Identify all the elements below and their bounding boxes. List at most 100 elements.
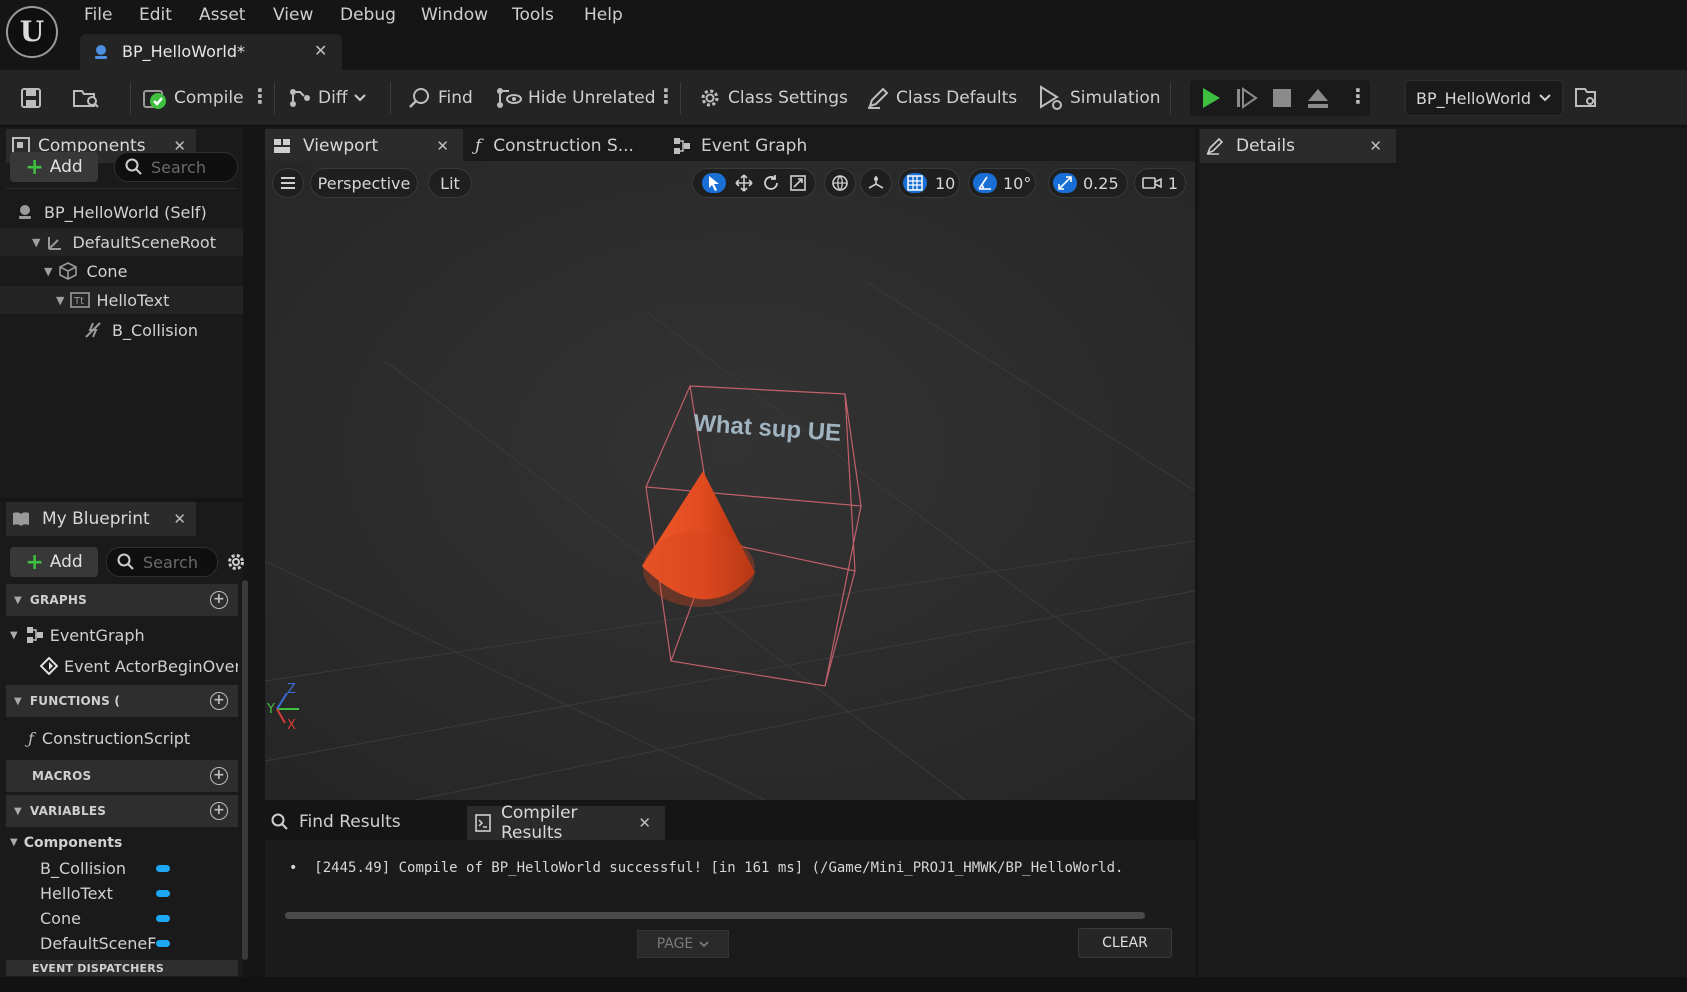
menu-debug[interactable]: Debug (340, 4, 396, 26)
close-tab-icon[interactable]: ✕ (638, 814, 651, 832)
search-placeholder: Search (143, 552, 198, 572)
event-graph-item[interactable]: ▼ EventGraph (0, 619, 238, 651)
graphs-header-label: GRAPHS (29, 593, 87, 607)
close-tab-icon[interactable]: ✕ (436, 137, 449, 155)
variable-item[interactable]: B_Collision (0, 856, 238, 881)
lit-button[interactable]: Lit (428, 168, 472, 198)
expand-arrow-icon[interactable]: ▼ (14, 806, 22, 817)
horizontal-scrollbar[interactable] (285, 912, 1145, 919)
simulation-button[interactable]: Simulation (1038, 70, 1161, 126)
stop-icon[interactable] (1272, 88, 1292, 108)
debug-object-dropdown[interactable]: BP_HelloWorld (1405, 80, 1563, 116)
menu-file[interactable]: File (84, 4, 112, 26)
variable-item[interactable]: HelloText (0, 881, 238, 906)
blueprint-document-tab[interactable]: BP_HelloWorld* ✕ (80, 34, 342, 70)
close-panel-icon[interactable]: ✕ (1369, 137, 1382, 155)
close-panel-icon[interactable]: ✕ (173, 510, 186, 528)
step-icon[interactable] (1236, 87, 1258, 109)
rotate-tool-icon[interactable] (762, 174, 780, 192)
rotation-snap-control[interactable]: 10° (968, 168, 1036, 198)
tree-item-cone[interactable]: ▼ Cone (0, 257, 243, 285)
components-variable-group[interactable]: ▼ Components (0, 830, 238, 855)
macros-category[interactable]: MACROS + (6, 760, 238, 792)
menu-view[interactable]: View (273, 4, 313, 26)
variable-item[interactable]: Cone (0, 906, 238, 931)
compile-options-icon[interactable]: ⋮ (250, 84, 270, 108)
add-function-icon[interactable]: + (210, 692, 228, 710)
hide-unrelated-button[interactable]: Hide Unrelated (496, 70, 656, 126)
add-graph-icon[interactable]: + (210, 591, 228, 609)
event-dispatchers-category[interactable]: EVENT DISPATCHERS (6, 960, 238, 976)
gear-icon[interactable] (226, 552, 246, 572)
save-button[interactable] (20, 70, 42, 126)
tab-find-results[interactable]: Find Results (271, 810, 401, 834)
my-blueprint-search-input[interactable]: Search (106, 547, 218, 577)
expand-arrow-icon[interactable]: ▼ (32, 236, 40, 249)
functions-category[interactable]: ▼ FUNCTIONS ( + (6, 685, 238, 717)
variable-item[interactable]: DefaultSceneF (0, 931, 238, 956)
camera-speed-control[interactable]: 1 (1134, 168, 1186, 198)
tab-construction-script[interactable]: ƒ Construction S... (475, 134, 634, 158)
world-local-toggle[interactable] (824, 168, 856, 198)
expand-arrow-icon[interactable]: ▼ (44, 265, 52, 278)
my-blueprint-tab[interactable]: My Blueprint ✕ (6, 502, 196, 536)
details-tab[interactable]: Details ✕ (1200, 129, 1396, 163)
eject-icon[interactable] (1306, 87, 1330, 109)
log-text: [2445.49] Compile of BP_HelloWorld succe… (314, 860, 1124, 876)
grid-snap-control[interactable]: 10 (898, 168, 960, 198)
compile-button[interactable]: Compile (142, 70, 244, 126)
expand-arrow-icon[interactable]: ▼ (56, 294, 64, 307)
macros-header-label: MACROS (32, 769, 92, 783)
axis-z-label: Z (287, 682, 296, 697)
translate-tool-icon[interactable] (734, 174, 753, 192)
clear-button[interactable]: CLEAR (1078, 928, 1172, 958)
browse-asset-button[interactable] (72, 70, 100, 126)
class-defaults-button[interactable]: Class Defaults (866, 70, 1017, 126)
expand-arrow-icon[interactable]: ▼ (10, 837, 18, 848)
close-tab-icon[interactable]: ✕ (314, 41, 327, 60)
unreal-logo-icon[interactable]: U (6, 6, 58, 58)
add-component-button[interactable]: + Add (10, 152, 98, 182)
play-icon[interactable] (1200, 87, 1222, 109)
expand-arrow-icon[interactable]: ▼ (14, 595, 22, 606)
browse-debug-icon[interactable] (1574, 86, 1598, 110)
tree-item-hellotext[interactable]: ▼ Tt HelloText (0, 286, 243, 314)
graphs-category[interactable]: ▼ GRAPHS + (6, 584, 238, 616)
viewport-3d[interactable]: What sup UE Y Z X (265, 161, 1195, 800)
tab-compiler-results[interactable]: Compiler Results ✕ (467, 803, 665, 843)
components-search-input[interactable]: Search (114, 152, 238, 182)
event-item[interactable]: Event ActorBeginOver (0, 650, 238, 682)
tab-viewport[interactable]: Viewport ✕ (265, 129, 463, 163)
find-button[interactable]: Find (408, 70, 473, 126)
tree-item-label: HelloText (96, 290, 170, 310)
add-member-button[interactable]: + Add (10, 547, 98, 577)
add-variable-icon[interactable]: + (210, 802, 228, 820)
construction-script-item[interactable]: ƒ ConstructionScript (0, 722, 238, 754)
expand-arrow-icon[interactable]: ▼ (10, 630, 18, 641)
class-settings-button[interactable]: Class Settings (698, 70, 848, 126)
menu-asset[interactable]: Asset (199, 4, 245, 26)
variables-category[interactable]: ▼ VARIABLES + (6, 795, 238, 827)
menu-help[interactable]: Help (584, 4, 623, 26)
surface-snap-toggle[interactable] (860, 168, 892, 198)
tree-item-self[interactable]: BP_HelloWorld (Self) (0, 198, 243, 226)
diff-button[interactable]: Diff (288, 70, 366, 126)
scale-snap-control[interactable]: 0.25 (1048, 168, 1128, 198)
scrollbar[interactable] (242, 580, 248, 960)
viewport-options-button[interactable] (272, 168, 304, 198)
more-options-icon[interactable]: ⋮ (656, 84, 676, 108)
scale-tool-icon[interactable] (789, 174, 807, 192)
page-dropdown[interactable]: PAGE (637, 930, 729, 958)
menu-tools[interactable]: Tools (512, 4, 554, 26)
perspective-button[interactable]: Perspective (310, 168, 418, 198)
add-macro-icon[interactable]: + (210, 767, 228, 785)
menu-edit[interactable]: Edit (139, 4, 172, 26)
tree-item-b-collision[interactable]: B_Collision (0, 316, 243, 344)
actor-icon (16, 203, 34, 221)
tab-event-graph[interactable]: Event Graph (673, 134, 807, 158)
select-tool-icon[interactable] (701, 173, 726, 193)
expand-arrow-icon[interactable]: ▼ (14, 696, 22, 707)
play-options-icon[interactable]: ⋮ (1348, 84, 1368, 108)
menu-window[interactable]: Window (421, 4, 488, 26)
tree-item-default-scene-root[interactable]: ▼ DefaultSceneRoot (0, 228, 243, 256)
